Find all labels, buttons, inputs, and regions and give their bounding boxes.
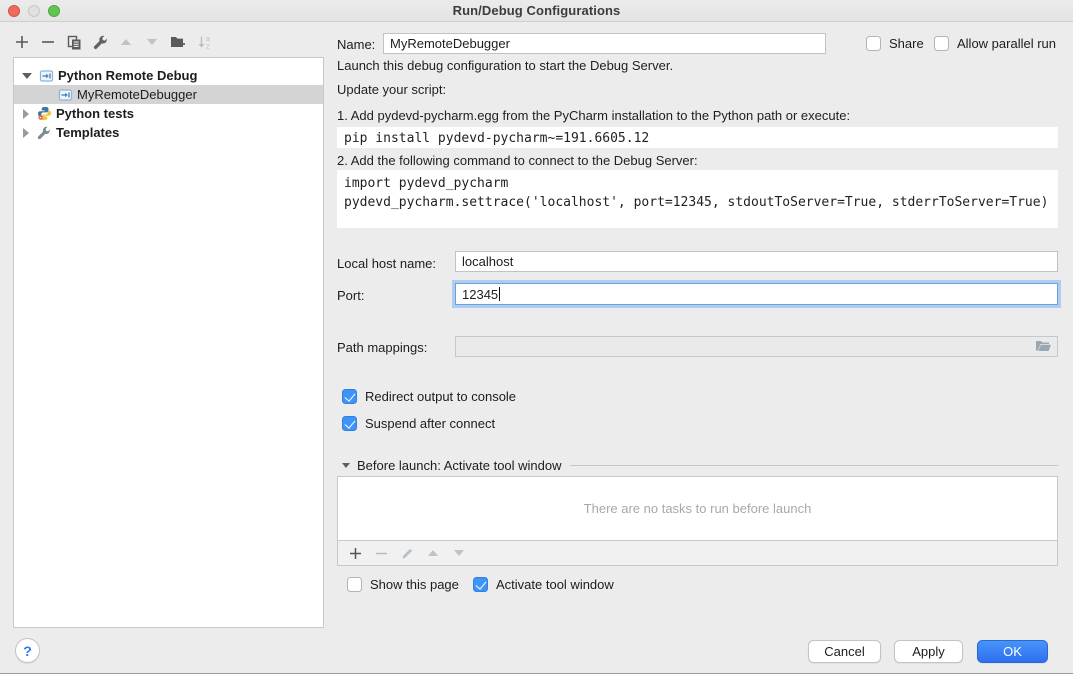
name-label: Name: (337, 37, 375, 52)
description-intro: Launch this debug configuration to start… (337, 58, 673, 73)
suspend-after-connect-checkbox[interactable] (342, 416, 357, 431)
tree-item-python-tests[interactable]: Python tests (14, 104, 323, 123)
move-up-button (118, 34, 134, 50)
allow-parallel-run-label: Allow parallel run (957, 36, 1056, 51)
text-cursor (499, 287, 500, 301)
copy-configuration-icon[interactable] (66, 34, 82, 50)
tree-item-label: Python Remote Debug (58, 68, 197, 83)
run-debug-configurations-dialog: Run/Debug Configurations az (0, 0, 1073, 674)
python-tests-icon (37, 106, 52, 121)
move-task-down-button (451, 545, 467, 561)
share-label: Share (889, 36, 924, 51)
allow-parallel-run-checkbox[interactable] (934, 36, 949, 51)
description-step2: 2. Add the following command to connect … (337, 153, 698, 168)
settrace-code-line2: pydevd_pycharm.settrace('localhost', por… (344, 195, 1048, 210)
move-task-up-button (425, 545, 441, 561)
share-option[interactable]: Share (866, 36, 924, 51)
settrace-code: import pydevd_pycharm pydevd_pycharm.set… (337, 170, 1058, 228)
remote-debug-config-icon (39, 68, 54, 83)
show-this-page-checkbox[interactable] (347, 577, 362, 592)
path-mappings-input[interactable] (455, 336, 1058, 357)
redirect-output-label: Redirect output to console (365, 389, 516, 404)
collapsed-triangle-icon[interactable] (23, 109, 29, 119)
edit-task-pencil-icon (399, 545, 415, 561)
collapse-triangle-icon[interactable] (342, 463, 350, 468)
local-host-name-input[interactable] (455, 251, 1058, 272)
empty-task-list-text: There are no tasks to run before launch (584, 501, 812, 516)
before-launch-title: Before launch: Activate tool window (357, 458, 562, 473)
description-step1: 1. Add pydevd-pycharm.egg from the PyCha… (337, 108, 850, 123)
activate-tool-window-checkbox[interactable] (473, 577, 488, 592)
tree-item-templates[interactable]: Templates (14, 123, 323, 142)
port-value: 12345 (462, 287, 498, 302)
tree-item-label: Python tests (56, 106, 134, 121)
task-list-toolbar (337, 541, 1058, 566)
configurations-toolbar: az (14, 33, 212, 51)
templates-wrench-icon (37, 125, 52, 140)
description-update: Update your script: (337, 82, 446, 97)
ok-label: OK (1003, 644, 1022, 659)
remove-configuration-button[interactable] (40, 34, 56, 50)
separator-line (570, 465, 1058, 466)
allow-parallel-run-option[interactable]: Allow parallel run (934, 36, 1056, 51)
settrace-code-line1: import pydevd_pycharm (344, 176, 508, 191)
tree-item-label: Templates (56, 125, 119, 140)
path-mappings-label: Path mappings: (337, 340, 427, 355)
name-input[interactable] (383, 33, 826, 54)
tree-item-python-remote-debug[interactable]: Python Remote Debug (14, 66, 323, 85)
sort-alphabetically-icon: az (196, 34, 212, 50)
configurations-tree: Python Remote Debug MyRemoteDebugger Pyt… (13, 57, 324, 628)
configuration-editor: Name: Share Allow parallel run Launch th… (337, 0, 1058, 674)
local-host-name-label: Local host name: (337, 256, 436, 271)
redirect-output-option[interactable]: Redirect output to console (342, 389, 516, 404)
apply-label: Apply (912, 644, 945, 659)
pip-install-code: pip install pydevd-pycharm~=191.6605.12 (337, 127, 1058, 148)
new-folder-icon[interactable] (170, 34, 186, 50)
help-button[interactable]: ? (15, 638, 40, 663)
remove-task-button (373, 545, 389, 561)
svg-text:z: z (206, 43, 210, 50)
remote-debug-config-icon (58, 87, 73, 102)
tree-item-myremotedebugger[interactable]: MyRemoteDebugger (14, 85, 323, 104)
ok-button[interactable]: OK (977, 640, 1048, 663)
before-launch-header[interactable]: Before launch: Activate tool window (342, 458, 1058, 473)
suspend-after-connect-label: Suspend after connect (365, 416, 495, 431)
add-task-button[interactable] (347, 545, 363, 561)
cancel-button[interactable]: Cancel (808, 640, 881, 663)
expanded-triangle-icon[interactable] (22, 73, 32, 79)
show-this-page-label: Show this page (370, 577, 459, 592)
before-launch-task-list[interactable]: There are no tasks to run before launch (337, 476, 1058, 541)
show-this-page-option[interactable]: Show this page (347, 577, 459, 592)
share-checkbox[interactable] (866, 36, 881, 51)
browse-folder-icon[interactable] (1035, 339, 1052, 356)
activate-tool-window-label: Activate tool window (496, 577, 614, 592)
port-label: Port: (337, 288, 364, 303)
redirect-output-checkbox[interactable] (342, 389, 357, 404)
edit-templates-wrench-icon[interactable] (92, 34, 108, 50)
collapsed-triangle-icon[interactable] (23, 128, 29, 138)
move-down-button (144, 34, 160, 50)
suspend-after-connect-option[interactable]: Suspend after connect (342, 416, 495, 431)
tree-item-label: MyRemoteDebugger (77, 87, 197, 102)
activate-tool-window-option[interactable]: Activate tool window (473, 577, 614, 592)
port-input[interactable]: 12345 (455, 283, 1058, 305)
cancel-label: Cancel (824, 644, 864, 659)
svg-text:a: a (206, 36, 210, 43)
add-configuration-button[interactable] (14, 34, 30, 50)
help-label: ? (23, 643, 32, 659)
apply-button[interactable]: Apply (894, 640, 963, 663)
